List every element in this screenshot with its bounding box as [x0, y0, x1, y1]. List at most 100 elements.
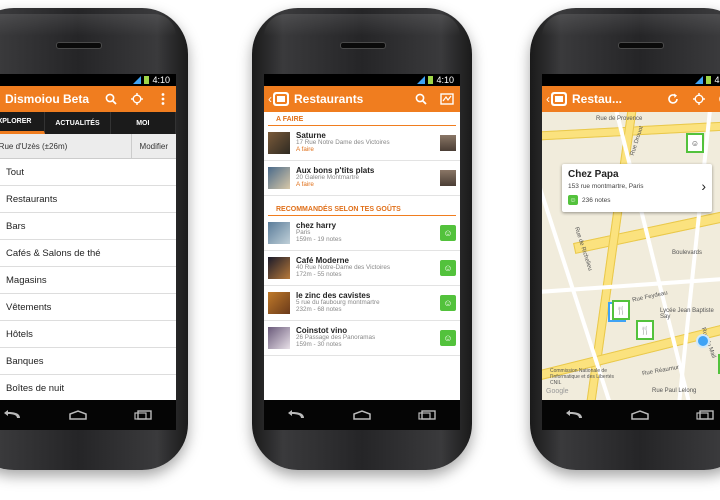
map-label: Rue de Provence: [596, 116, 643, 122]
restaurant-photo: [268, 327, 290, 349]
search-icon: [105, 93, 117, 105]
recent-apps-icon[interactable]: [696, 410, 715, 420]
locate-button[interactable]: [686, 86, 712, 112]
home-icon[interactable]: [631, 410, 649, 420]
signal-icon: [417, 76, 426, 84]
overflow-menu-button[interactable]: [150, 86, 176, 112]
smiley-icon: ☺: [440, 225, 456, 241]
section-header-recommended: RECOMMANDÉS SELON TES GOÛTS: [268, 202, 456, 216]
map-label: Rue Réaumur: [641, 364, 680, 378]
smiley-icon: ☺: [440, 295, 456, 311]
restaurant-photo: [268, 167, 290, 189]
search-button[interactable]: [408, 86, 434, 112]
category-item[interactable]: 🍴Restaurants: [0, 186, 176, 213]
up-chevron-icon[interactable]: ‹: [268, 92, 272, 106]
recent-apps-icon[interactable]: [134, 410, 153, 420]
system-nav-bar: [264, 400, 460, 430]
place-address: 153 rue montmartre, Paris: [568, 183, 644, 190]
location-bar: 3 Rue d'Uzès (±26m) Modifier: [0, 134, 176, 159]
place-name: Chez Papa: [568, 169, 619, 180]
phone-restaurants-map: 4:10 ‹ Restau... Rue de Prove: [530, 8, 720, 470]
map-label: Boulevards: [672, 250, 703, 256]
tab-bar: EXPLORER ACTUALITÉS MOI: [0, 112, 176, 134]
list-item[interactable]: Coinstot vino 26 Passage des Panoramas 1…: [264, 321, 460, 356]
map-marker[interactable]: 🍴: [636, 320, 654, 340]
category-item[interactable]: ♫Boîtes de nuit: [0, 375, 176, 400]
category-item[interactable]: $Banques: [0, 348, 176, 375]
tab-explorer[interactable]: EXPLORER: [0, 112, 46, 134]
locate-button[interactable]: [124, 86, 150, 112]
list-item[interactable]: Café Moderne 40 Rue Notre-Dame des Victo…: [264, 251, 460, 286]
status-bar: 4:10: [264, 74, 460, 86]
battery-icon: [428, 76, 434, 84]
refresh-button[interactable]: [660, 86, 686, 112]
crosshair-icon: [131, 93, 143, 105]
smiley-icon: ☺: [440, 260, 456, 276]
place-notes: 236 notes: [582, 197, 611, 204]
list-item[interactable]: le zinc des cavistes 5 rue du faubourg m…: [264, 286, 460, 321]
crosshair-icon: [693, 93, 705, 105]
avatar: [440, 135, 456, 151]
list-item[interactable]: Saturne 17 Rue Notre Dame des Victoires …: [264, 126, 460, 161]
refresh-icon: [668, 93, 678, 104]
restaurant-photo: [268, 257, 290, 279]
restaurant-photo: [268, 132, 290, 154]
app-logo-icon[interactable]: [273, 92, 289, 106]
system-nav-bar: [0, 400, 176, 430]
status-time: 4:10: [714, 75, 720, 85]
map-marker[interactable]: 🍴: [612, 300, 630, 320]
list-view-button[interactable]: [712, 86, 720, 112]
app-title: Dismoiou Beta: [5, 92, 90, 106]
status-time: 4:10: [152, 75, 170, 85]
status-time: 4:10: [436, 75, 454, 85]
back-icon[interactable]: [3, 410, 22, 420]
category-item[interactable]: ▭Hôtels: [0, 321, 176, 348]
back-icon[interactable]: [287, 410, 306, 420]
map-label: Commission Nationale de l'Informatique e…: [550, 368, 615, 386]
map-marker[interactable]: ☺: [686, 133, 704, 153]
earpiece: [618, 42, 664, 49]
current-location: 3 Rue d'Uzès (±26m): [0, 141, 68, 151]
screen-restaurants-map: 4:10 ‹ Restau... Rue de Prove: [542, 74, 720, 400]
signal-icon: [133, 76, 142, 84]
smiley-icon: ☺: [440, 330, 456, 346]
recent-apps-icon[interactable]: [418, 410, 437, 420]
list-item[interactable]: Aux bons p'tits plats 20 Galerie Montmar…: [264, 161, 460, 196]
modify-location-button[interactable]: Modifier: [130, 134, 176, 158]
category-item[interactable]: ☕Cafés & Salons de thé: [0, 240, 176, 267]
restaurant-photo: [268, 292, 290, 314]
status-bar: 4:10: [542, 74, 720, 86]
home-icon[interactable]: [69, 410, 87, 420]
category-item[interactable]: ◍Tout: [0, 159, 176, 186]
tab-moi[interactable]: MOI: [111, 112, 176, 134]
category-item[interactable]: ▆Magasins: [0, 267, 176, 294]
list-item[interactable]: chez harry Paris 159m - 19 notes ☺: [264, 216, 460, 251]
home-icon[interactable]: [353, 410, 371, 420]
screen-explorer: 4:10 Dismoiou Beta EXPLORER ACTUALITÉS M…: [0, 74, 176, 400]
map-icon: [440, 93, 454, 105]
category-item[interactable]: ▼Vêtements: [0, 294, 176, 321]
category-item[interactable]: 🍺Bars: [0, 213, 176, 240]
screen-title: Restau...: [572, 92, 623, 106]
action-bar: ‹ Restau...: [542, 86, 720, 112]
app-logo-icon[interactable]: [551, 92, 567, 106]
back-icon[interactable]: [565, 410, 584, 420]
avatar: [440, 170, 456, 186]
place-info-popup[interactable]: Chez Papa 153 rue montmartre, Paris ☺ 23…: [562, 164, 712, 212]
screen-restaurants-list: 4:10 ‹ Restaurants A FAIRE Saturne 17 Ru…: [264, 74, 460, 400]
phone-explorer: 4:10 Dismoiou Beta EXPLORER ACTUALITÉS M…: [0, 8, 188, 470]
screen-title: Restaurants: [294, 92, 364, 106]
battery-icon: [144, 76, 150, 84]
smiley-icon: ☺: [568, 195, 578, 205]
map-label: Rue Paul Lelong: [652, 388, 697, 394]
search-button[interactable]: [98, 86, 124, 112]
tab-actualites[interactable]: ACTUALITÉS: [45, 112, 111, 134]
phone-restaurants-list: 4:10 ‹ Restaurants A FAIRE Saturne 17 Ru…: [252, 8, 472, 470]
map-view-button[interactable]: [434, 86, 460, 112]
system-nav-bar: [542, 400, 720, 430]
chevron-right-icon[interactable]: ›: [701, 178, 706, 194]
overflow-menu-icon: [161, 93, 165, 105]
up-chevron-icon[interactable]: ‹: [546, 92, 550, 106]
battery-icon: [706, 76, 712, 84]
map-view[interactable]: Rue de Provence Rue Drouot Boulevards Ru…: [542, 112, 720, 400]
